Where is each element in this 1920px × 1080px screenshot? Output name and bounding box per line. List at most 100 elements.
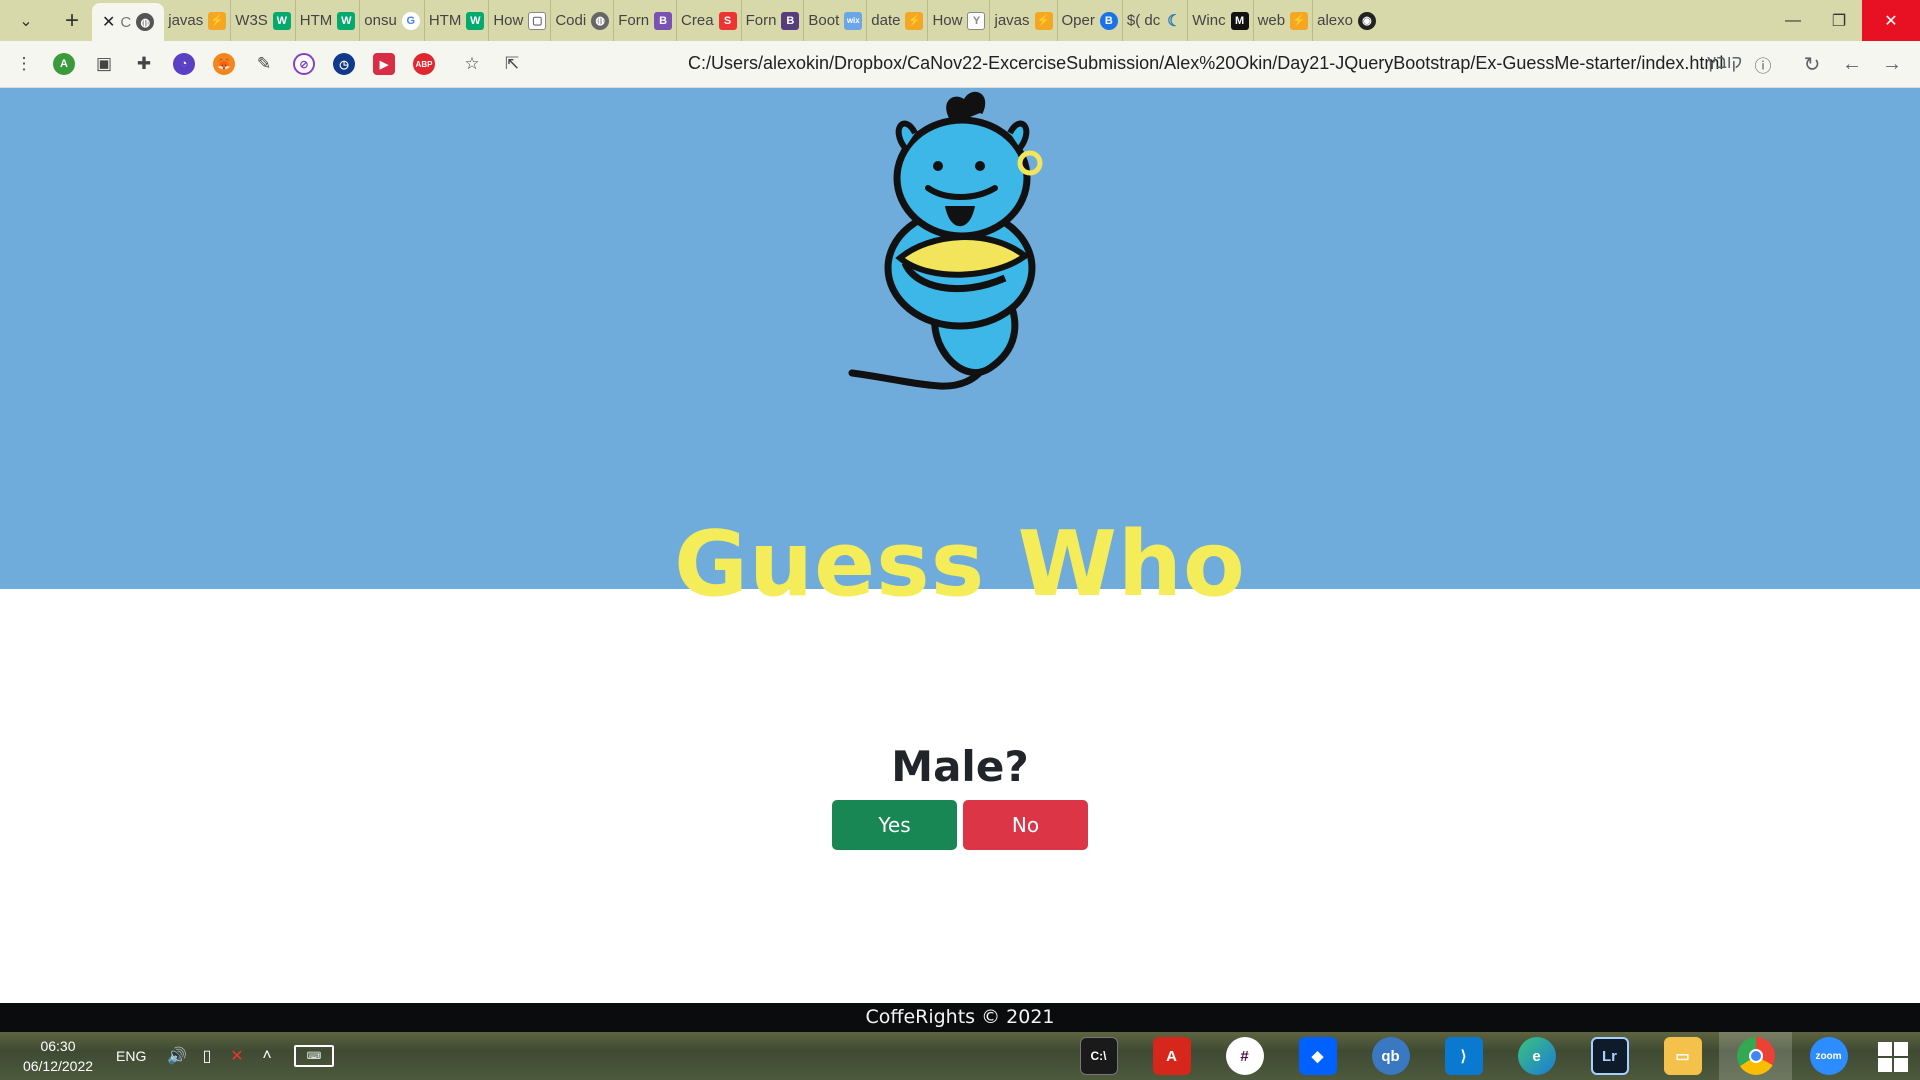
tab-item[interactable]: alexo ◉ xyxy=(1313,0,1380,41)
orange-tab-icon: ⚡ xyxy=(905,11,924,30)
bootstrap-icon: B xyxy=(781,11,800,30)
forward-icon[interactable]: → xyxy=(1876,48,1908,80)
globe-icon: ◍ xyxy=(591,11,610,30)
google-icon: G xyxy=(401,11,420,30)
dropper-icon[interactable]: ✎ xyxy=(248,48,280,80)
slack-icon[interactable]: # xyxy=(1208,1032,1281,1080)
tab-item[interactable]: How Y xyxy=(928,0,991,41)
tab-label: web xyxy=(1257,12,1286,29)
side-panel-icon[interactable]: ▣ xyxy=(88,48,120,80)
file-explorer-icon[interactable]: ▭ xyxy=(1646,1032,1719,1080)
question-text: Male? xyxy=(891,742,1029,791)
dropbox-icon[interactable]: ◆ xyxy=(1281,1032,1354,1080)
metamask-icon[interactable]: 🦊 xyxy=(208,48,240,80)
tab-search-icon[interactable]: ⌄ xyxy=(0,0,52,41)
tab-label: javas xyxy=(994,12,1030,29)
close-tab-icon[interactable]: ✕ xyxy=(102,12,115,32)
reload-icon[interactable]: ↻ xyxy=(1796,48,1828,80)
windows-start-icon[interactable] xyxy=(1878,1042,1908,1072)
clock-date: 06/12/2022 xyxy=(22,1058,94,1074)
vscode-icon[interactable]: ⟩ xyxy=(1427,1032,1500,1080)
taskbar-apps: C:\ A # ◆ qb ⟩ e Lr ▭ zoom xyxy=(1062,1032,1865,1080)
lightroom-icon[interactable]: Lr xyxy=(1573,1032,1646,1080)
language-indicator[interactable]: ENG xyxy=(116,1048,162,1064)
qbittorrent-icon[interactable]: qb xyxy=(1354,1032,1427,1080)
github-icon: ◉ xyxy=(1357,11,1376,30)
tab-item[interactable]: HTM W xyxy=(425,0,490,41)
window-controls: — ❐ ✕ xyxy=(1770,0,1920,41)
taskbar-clock[interactable]: 06:30 06/12/2022 xyxy=(0,1036,116,1076)
chrome-icon[interactable] xyxy=(1719,1032,1792,1080)
wix-icon: wix xyxy=(844,11,863,30)
acrobat-icon[interactable]: A xyxy=(1135,1032,1208,1080)
share-icon[interactable]: ⇱ xyxy=(496,48,528,80)
no-button[interactable]: No xyxy=(963,800,1088,850)
tab-item[interactable]: date ⚡ xyxy=(867,0,929,41)
tab-active[interactable]: ✕ C ◍ xyxy=(92,3,165,41)
y-icon: Y xyxy=(967,11,986,30)
tab-item[interactable]: web ⚡ xyxy=(1254,0,1314,41)
tab-item[interactable]: javas ⚡ xyxy=(990,0,1058,41)
minimize-icon[interactable]: — xyxy=(1770,0,1816,41)
timer-icon[interactable]: ◷ xyxy=(328,48,360,80)
terminal-icon[interactable]: C:\ xyxy=(1062,1032,1135,1080)
tab-item[interactable]: onsu G xyxy=(360,0,425,41)
tab-item[interactable]: W3S W xyxy=(231,0,296,41)
yes-button[interactable]: Yes xyxy=(832,800,957,850)
tab-label: Forn xyxy=(618,12,650,29)
tab-label: Codi xyxy=(555,12,587,29)
tab-item[interactable]: $( dc ☾ xyxy=(1123,0,1189,41)
orange-tab-icon: ⚡ xyxy=(1034,11,1053,30)
volume-icon[interactable]: 🔊 xyxy=(162,1046,192,1066)
media-icon[interactable]: ▶ xyxy=(368,48,400,80)
tab-label: Crea xyxy=(681,12,714,29)
battery-icon[interactable]: ▯ xyxy=(192,1046,222,1066)
tab-item[interactable]: Boot wix xyxy=(804,0,868,41)
info-icon[interactable]: ⓘ xyxy=(1747,48,1779,80)
tab-label: W3S xyxy=(235,12,268,29)
tab-label: Winc xyxy=(1192,12,1226,29)
tab-label: How xyxy=(493,12,524,29)
extension-icon[interactable]: ◔ xyxy=(168,48,200,80)
tab-item[interactable]: Codi ◍ xyxy=(551,0,615,41)
moon-icon: ☾ xyxy=(1167,12,1182,30)
block-icon[interactable]: ⊘ xyxy=(288,48,320,80)
close-window-icon[interactable]: ✕ xyxy=(1862,0,1920,41)
tab-item[interactable]: javas ⚡ xyxy=(164,0,232,41)
tab-item[interactable]: Winc M xyxy=(1188,0,1254,41)
browser-toolbar: ⋮ A ▣ ✚ ◔ 🦊 ✎ ⊘ ◷ ▶ ABP ☆ ⇱ C:/Users/ale… xyxy=(0,41,1920,88)
tab-item[interactable]: Oper B xyxy=(1058,0,1123,41)
menu-dots-icon[interactable]: ⋮ xyxy=(8,48,40,80)
orange-tab-icon: ⚡ xyxy=(1290,11,1309,30)
tab-label: javas xyxy=(168,12,204,29)
orange-tab-icon: ⚡ xyxy=(208,11,227,30)
tab-label: C xyxy=(120,13,132,31)
medium-icon: M xyxy=(1230,11,1249,30)
back-icon[interactable]: ← xyxy=(1836,48,1868,80)
tab-label: $( dc xyxy=(1126,12,1161,29)
edge-icon[interactable]: e xyxy=(1500,1032,1573,1080)
tab-label: Oper xyxy=(1061,12,1095,29)
adblock-icon[interactable]: ABP xyxy=(408,48,440,80)
tab-item[interactable]: Crea S xyxy=(677,0,742,41)
tab-item[interactable]: HTM W xyxy=(296,0,361,41)
tab-item[interactable]: Forn B xyxy=(742,0,805,41)
tab-item[interactable]: How ▢ xyxy=(489,0,552,41)
network-icon[interactable]: ✕ xyxy=(222,1046,252,1066)
extensions-icon[interactable]: ✚ xyxy=(128,48,160,80)
bookmark-star-icon[interactable]: ☆ xyxy=(456,48,488,80)
box-icon: ▢ xyxy=(528,11,547,30)
tray-expand-icon[interactable]: ˄ xyxy=(252,1047,282,1065)
zoom-icon[interactable]: zoom xyxy=(1792,1032,1865,1080)
restore-icon[interactable]: ❐ xyxy=(1816,0,1862,41)
keyboard-icon[interactable]: ⌨ xyxy=(294,1045,334,1067)
tab-label: Forn xyxy=(745,12,777,29)
tab-label: alexo xyxy=(1317,12,1353,29)
address-bar[interactable]: C:/Users/alexokin/Dropbox/CaNov22-Excerc… xyxy=(688,53,1723,74)
new-tab-button[interactable]: + xyxy=(52,0,92,41)
profile-avatar[interactable]: A xyxy=(48,48,80,80)
tab-item[interactable]: Forn B xyxy=(614,0,678,41)
clock-time: 06:30 xyxy=(40,1038,76,1054)
tab-label: How xyxy=(932,12,963,29)
page-title: Guess Who xyxy=(674,512,1246,617)
